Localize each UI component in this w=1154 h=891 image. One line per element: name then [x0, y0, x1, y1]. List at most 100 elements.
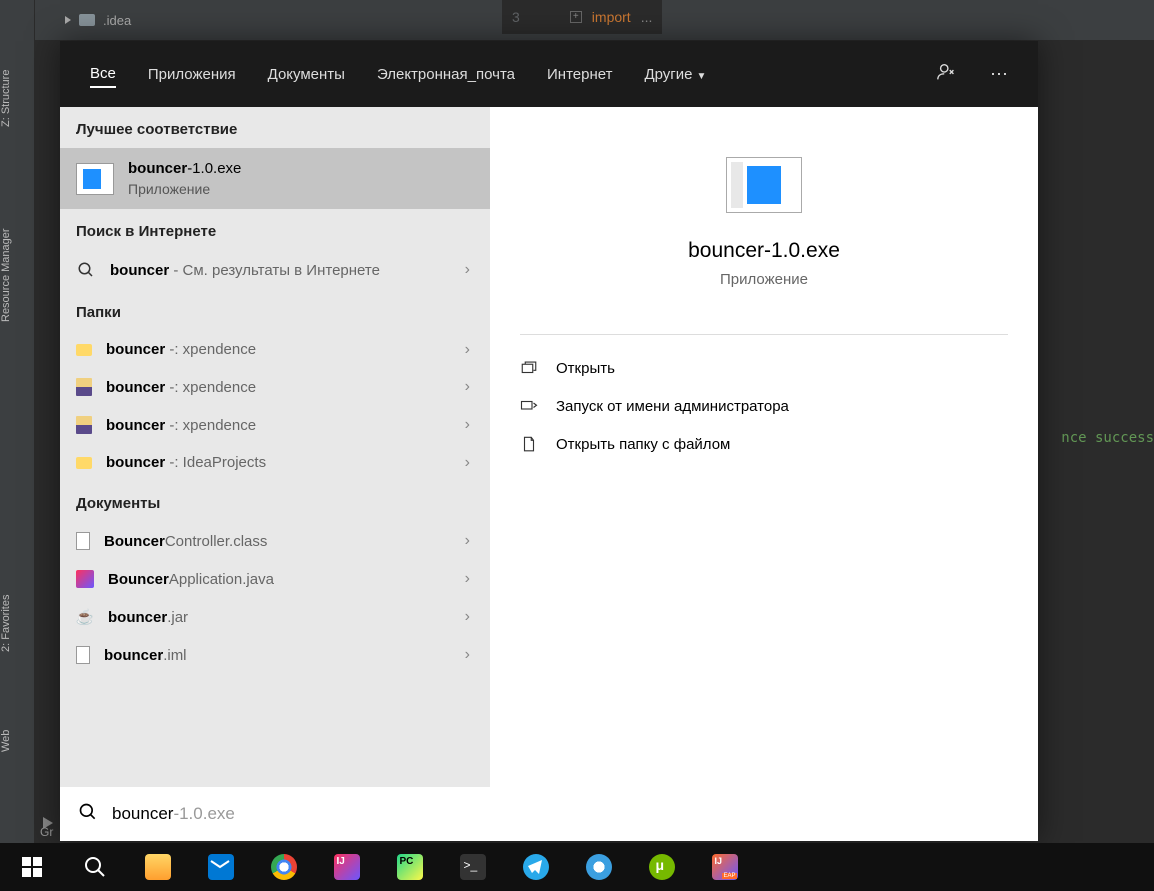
search-tab-other[interactable]: Другие▼	[644, 62, 706, 87]
windows-search-panel: Все Приложения Документы Электронная_поч…	[60, 41, 1038, 841]
document-result[interactable]: BouncerController.class›	[60, 522, 490, 560]
sidebar-tab-structure[interactable]: Z: Structure	[0, 35, 12, 135]
import-keyword: import	[592, 9, 631, 25]
web-search-text: bouncer - См. результаты в Интернете	[110, 262, 474, 279]
project-tree-folder[interactable]: .idea	[35, 13, 131, 28]
expand-triangle-icon	[65, 16, 71, 24]
search-body: Лучшее соответствие bouncer-1.0.exe Прил…	[60, 107, 1038, 787]
section-folders: Папки	[60, 290, 490, 331]
search-input-bar[interactable]: bouncer-1.0.exe	[60, 787, 1038, 841]
action-open[interactable]: Открыть	[520, 359, 1008, 377]
action-run-admin[interactable]: Запуск от имени администратора	[520, 397, 1008, 415]
result-text: bouncer -: xpendence	[106, 341, 474, 358]
chevron-right-icon: ›	[465, 341, 470, 359]
chevron-right-icon: ›	[465, 608, 470, 626]
admin-icon	[520, 397, 538, 415]
taskbar-utorrent[interactable]: μ	[630, 843, 693, 891]
divider	[520, 334, 1008, 335]
chevron-right-icon: ›	[465, 378, 470, 396]
search-icon	[78, 802, 98, 827]
gradle-label: Gr	[40, 825, 53, 839]
start-button[interactable]	[0, 843, 63, 891]
search-tab-internet[interactable]: Интернет	[547, 62, 612, 87]
folder-result[interactable]: bouncer -: xpendence›	[60, 331, 490, 368]
build-success-text: nce success	[1061, 430, 1154, 446]
search-tabs: Все Приложения Документы Электронная_поч…	[60, 41, 1038, 107]
ellipsis: ...	[641, 9, 653, 25]
result-text: BouncerController.class	[104, 533, 474, 550]
document-icon	[76, 532, 90, 550]
taskbar-intellij[interactable]: IJ	[315, 843, 378, 891]
result-text: BouncerApplication.java	[108, 571, 474, 588]
line-number: 3	[512, 9, 560, 25]
search-tab-email[interactable]: Электронная_почта	[377, 62, 515, 87]
taskbar-app-blue[interactable]	[567, 843, 630, 891]
section-documents: Документы	[60, 481, 490, 522]
search-icon	[76, 260, 96, 280]
chevron-right-icon: ›	[465, 646, 470, 664]
taskbar-intellij-eap[interactable]: IJEAP	[693, 843, 756, 891]
search-tab-all[interactable]: Все	[90, 61, 116, 88]
document-result[interactable]: BouncerApplication.java›	[60, 560, 490, 598]
best-match-title: bouncer-1.0.exe	[128, 160, 241, 177]
taskbar-mail[interactable]	[189, 843, 252, 891]
taskbar-pycharm[interactable]: PC	[378, 843, 441, 891]
action-open-folder[interactable]: Открыть папку с файлом	[520, 435, 1008, 453]
sidebar-tab-resource-manager[interactable]: Resource Manager	[0, 190, 12, 330]
taskbar-chrome[interactable]	[252, 843, 315, 891]
fold-plus-icon[interactable]: +	[570, 11, 582, 23]
folder-icon	[76, 378, 92, 396]
java-icon: ☕	[76, 608, 94, 626]
sidebar-tab-favorites[interactable]: 2: Favorites	[0, 560, 12, 660]
folder-icon	[76, 416, 92, 434]
search-tab-documents[interactable]: Документы	[268, 62, 345, 87]
web-search-result[interactable]: bouncer - См. результаты в Интернете ›	[60, 250, 490, 290]
taskbar-file-explorer[interactable]	[126, 843, 189, 891]
folder-icon	[79, 14, 95, 26]
result-text: bouncer -: xpendence	[106, 417, 474, 434]
folder-result[interactable]: bouncer -: IdeaProjects›	[60, 444, 490, 481]
action-run-admin-label: Запуск от имени администратора	[556, 398, 789, 415]
feedback-icon[interactable]	[936, 61, 958, 88]
folder-result[interactable]: bouncer -: xpendence›	[60, 406, 490, 444]
sidebar-tab-web[interactable]: Web	[0, 700, 12, 760]
search-preview-pane: bouncer-1.0.exe Приложение Открыть Запус…	[490, 107, 1038, 787]
taskbar-terminal[interactable]: >_	[441, 843, 504, 891]
section-best-match: Лучшее соответствие	[60, 107, 490, 148]
folder-result[interactable]: bouncer -: xpendence›	[60, 368, 490, 406]
folder-location-icon	[520, 435, 538, 453]
result-text: bouncer -: IdeaProjects	[106, 454, 474, 471]
taskbar-telegram[interactable]	[504, 843, 567, 891]
preview-title: bouncer-1.0.exe	[688, 239, 840, 263]
chevron-right-icon: ›	[465, 454, 470, 472]
search-tab-apps[interactable]: Приложения	[148, 62, 236, 87]
preview-subtitle: Приложение	[720, 271, 808, 288]
search-results-list: Лучшее соответствие bouncer-1.0.exe Прил…	[60, 107, 490, 787]
app-icon	[76, 163, 114, 195]
folder-icon	[76, 457, 92, 469]
result-text: bouncer.iml	[104, 647, 474, 664]
more-options-icon[interactable]: ⋯	[990, 64, 1008, 85]
ide-left-sidebar: Z: Structure Resource Manager 2: Favorit…	[0, 0, 35, 843]
search-query-text: bouncer-1.0.exe	[112, 804, 235, 824]
preview-app-icon	[726, 157, 802, 213]
chevron-right-icon: ›	[465, 532, 470, 550]
intellij-icon	[76, 570, 94, 588]
taskbar-search-button[interactable]	[63, 843, 126, 891]
editor-import-line: 3 + import ...	[502, 0, 662, 34]
chevron-right-icon: ›	[465, 261, 470, 279]
action-open-folder-label: Открыть папку с файлом	[556, 436, 730, 453]
action-open-label: Открыть	[556, 360, 615, 377]
document-icon	[76, 646, 90, 664]
chevron-down-icon: ▼	[696, 71, 706, 82]
result-text: bouncer.jar	[108, 609, 474, 626]
open-icon	[520, 359, 538, 377]
folder-icon	[76, 344, 92, 356]
windows-taskbar: IJ PC >_ μ IJEAP	[0, 843, 1154, 891]
chevron-right-icon: ›	[465, 416, 470, 434]
result-text: bouncer -: xpendence	[106, 379, 474, 396]
best-match-result[interactable]: bouncer-1.0.exe Приложение	[60, 148, 490, 209]
best-match-subtitle: Приложение	[128, 181, 241, 197]
document-result[interactable]: bouncer.iml›	[60, 636, 490, 674]
document-result[interactable]: ☕ bouncer.jar›	[60, 598, 490, 636]
